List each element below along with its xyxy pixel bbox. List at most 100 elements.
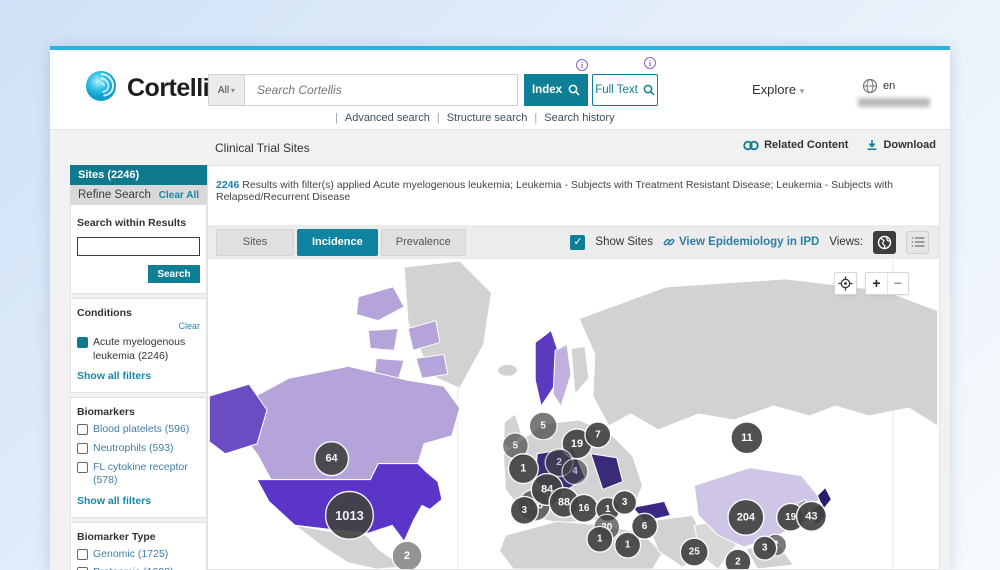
- filter-checkbox[interactable]: [77, 443, 88, 454]
- svg-text:1: 1: [605, 504, 611, 515]
- list-view-button[interactable]: [906, 231, 929, 254]
- map-locate-button[interactable]: [834, 272, 857, 295]
- svg-text:204: 204: [737, 511, 755, 523]
- svg-text:3: 3: [762, 543, 768, 554]
- svg-text:2: 2: [735, 557, 741, 568]
- svg-text:6: 6: [642, 521, 648, 532]
- map-view-button[interactable]: [873, 231, 896, 254]
- site-count-bubble[interactable]: 43: [797, 501, 827, 531]
- subnav-link[interactable]: Structure search: [447, 112, 528, 124]
- svg-text:11: 11: [741, 432, 753, 444]
- site-count-bubble[interactable]: 4: [562, 459, 588, 485]
- language-code[interactable]: en: [883, 80, 895, 92]
- sidebar-search-button[interactable]: Search: [148, 265, 200, 283]
- tab-incidence[interactable]: Incidence: [297, 229, 378, 256]
- show-sites-label: Show Sites: [595, 236, 653, 248]
- filter-checkbox[interactable]: [77, 462, 88, 473]
- site-count-bubble[interactable]: 11: [731, 422, 763, 454]
- site-count-bubble[interactable]: 16: [570, 494, 598, 522]
- search-within-input[interactable]: [77, 237, 200, 256]
- language-globe-icon[interactable]: [862, 78, 878, 99]
- cortellis-logo-icon: [83, 68, 119, 109]
- filter-checkbox[interactable]: [77, 337, 88, 348]
- svg-text:1013: 1013: [335, 508, 364, 523]
- index-search-button[interactable]: Index: [524, 74, 588, 106]
- filter-item[interactable]: Neutrophils (593): [77, 442, 200, 456]
- site-count-bubble[interactable]: 2: [725, 549, 751, 569]
- filter-item[interactable]: Genomic (1725): [77, 548, 200, 562]
- site-count-bubble[interactable]: 2: [392, 541, 422, 569]
- sidebar-title: Sites (2246): [70, 165, 207, 185]
- section-clear-link[interactable]: Clear: [77, 321, 200, 331]
- subnav-link[interactable]: Search history: [544, 112, 614, 124]
- results-count: 2246: [216, 179, 239, 191]
- site-count-bubble[interactable]: 64: [315, 442, 349, 476]
- search-icon: [643, 84, 655, 96]
- fulltext-info-icon[interactable]: i: [644, 57, 656, 69]
- svg-text:25: 25: [689, 547, 701, 558]
- site-count-bubble[interactable]: 7: [585, 422, 611, 448]
- site-count-bubble[interactable]: 1013: [326, 492, 374, 540]
- tab-sites[interactable]: Sites: [216, 229, 294, 256]
- crosshair-icon: [838, 276, 853, 291]
- view-epidemiology-link[interactable]: View Epidemiology in IPD: [663, 236, 819, 248]
- filter-section-title: Conditions: [77, 307, 200, 319]
- filter-item[interactable]: Blood platelets (596): [77, 423, 200, 437]
- search-input[interactable]: [244, 74, 518, 106]
- svg-text:19: 19: [571, 438, 583, 450]
- site-count-bubble[interactable]: 3: [753, 536, 777, 560]
- map-zoom-out-button[interactable]: −: [887, 273, 908, 294]
- svg-text:1: 1: [597, 534, 603, 545]
- svg-text:16: 16: [578, 503, 590, 514]
- site-count-bubble[interactable]: 1: [587, 526, 613, 552]
- search-subnav: |Advanced search|Structure search|Search…: [328, 112, 615, 124]
- filter-item[interactable]: Proteomic (1698): [77, 566, 200, 570]
- download-icon: [866, 139, 878, 151]
- clear-all-link[interactable]: Clear All: [159, 190, 199, 201]
- svg-text:7: 7: [595, 429, 601, 440]
- map-view-icon: [877, 235, 892, 250]
- content-area: Clinical Trial Sites Related Content Dow…: [50, 130, 950, 570]
- filter-checkbox[interactable]: [77, 549, 88, 560]
- site-count-bubble[interactable]: 1: [508, 454, 538, 484]
- filter-section: Biomarkers Blood platelets (596) Neutrop…: [70, 397, 207, 518]
- svg-text:5: 5: [513, 440, 519, 451]
- filter-checkbox[interactable]: [77, 424, 88, 435]
- map-zoom-in-button[interactable]: +: [866, 273, 887, 294]
- world-map[interactable]: + −: [208, 259, 939, 569]
- results-summary: 2246 Results with filter(s) applied Acut…: [216, 179, 939, 203]
- map-toolbar: SitesIncidencePrevalence ✓ Show Sites Vi…: [208, 225, 939, 259]
- page-title: Clinical Trial Sites: [215, 141, 310, 155]
- results-card: 2246 Results with filter(s) applied Acut…: [207, 165, 940, 570]
- search-scope-dropdown[interactable]: All▾: [208, 74, 244, 106]
- filter-item[interactable]: FL cytokine receptor (578): [77, 461, 200, 488]
- explore-menu[interactable]: Explore ▾: [752, 82, 804, 97]
- subnav-link[interactable]: Advanced search: [345, 112, 430, 124]
- show-all-filters-link[interactable]: Show all filters: [77, 495, 200, 507]
- related-content-link[interactable]: Related Content: [743, 139, 848, 151]
- index-info-icon[interactable]: i: [576, 59, 588, 71]
- related-content-icon: [743, 140, 759, 151]
- site-count-bubble[interactable]: 6: [632, 513, 658, 539]
- svg-text:2: 2: [404, 550, 410, 562]
- filter-section: Conditions Clear Acute myelogenous leukem…: [70, 298, 207, 393]
- search-within-label: Search within Results: [77, 217, 200, 229]
- site-count-bubble[interactable]: 3: [510, 496, 538, 524]
- site-count-bubble[interactable]: 204: [728, 499, 764, 535]
- tab-prevalence[interactable]: Prevalence: [381, 229, 466, 256]
- site-count-bubble[interactable]: 3: [613, 491, 637, 515]
- show-sites-checkbox[interactable]: ✓: [570, 235, 585, 250]
- svg-text:43: 43: [805, 510, 817, 522]
- show-all-filters-link[interactable]: Show all filters: [77, 370, 200, 382]
- site-count-bubble[interactable]: 25: [680, 538, 708, 566]
- site-count-bubble[interactable]: 5: [529, 412, 557, 440]
- views-label: Views:: [829, 236, 863, 248]
- svg-text:5: 5: [540, 420, 546, 431]
- filter-item[interactable]: Acute myelogenous leukemia (2246): [77, 336, 200, 363]
- refine-search-label: Refine Search: [78, 189, 151, 201]
- header: Cortellis™ All▾ Index Full Text i i Expl…: [50, 50, 950, 130]
- fulltext-search-button[interactable]: Full Text: [592, 74, 658, 106]
- svg-text:64: 64: [325, 453, 337, 465]
- list-view-icon: [911, 236, 925, 248]
- download-link[interactable]: Download: [866, 139, 936, 151]
